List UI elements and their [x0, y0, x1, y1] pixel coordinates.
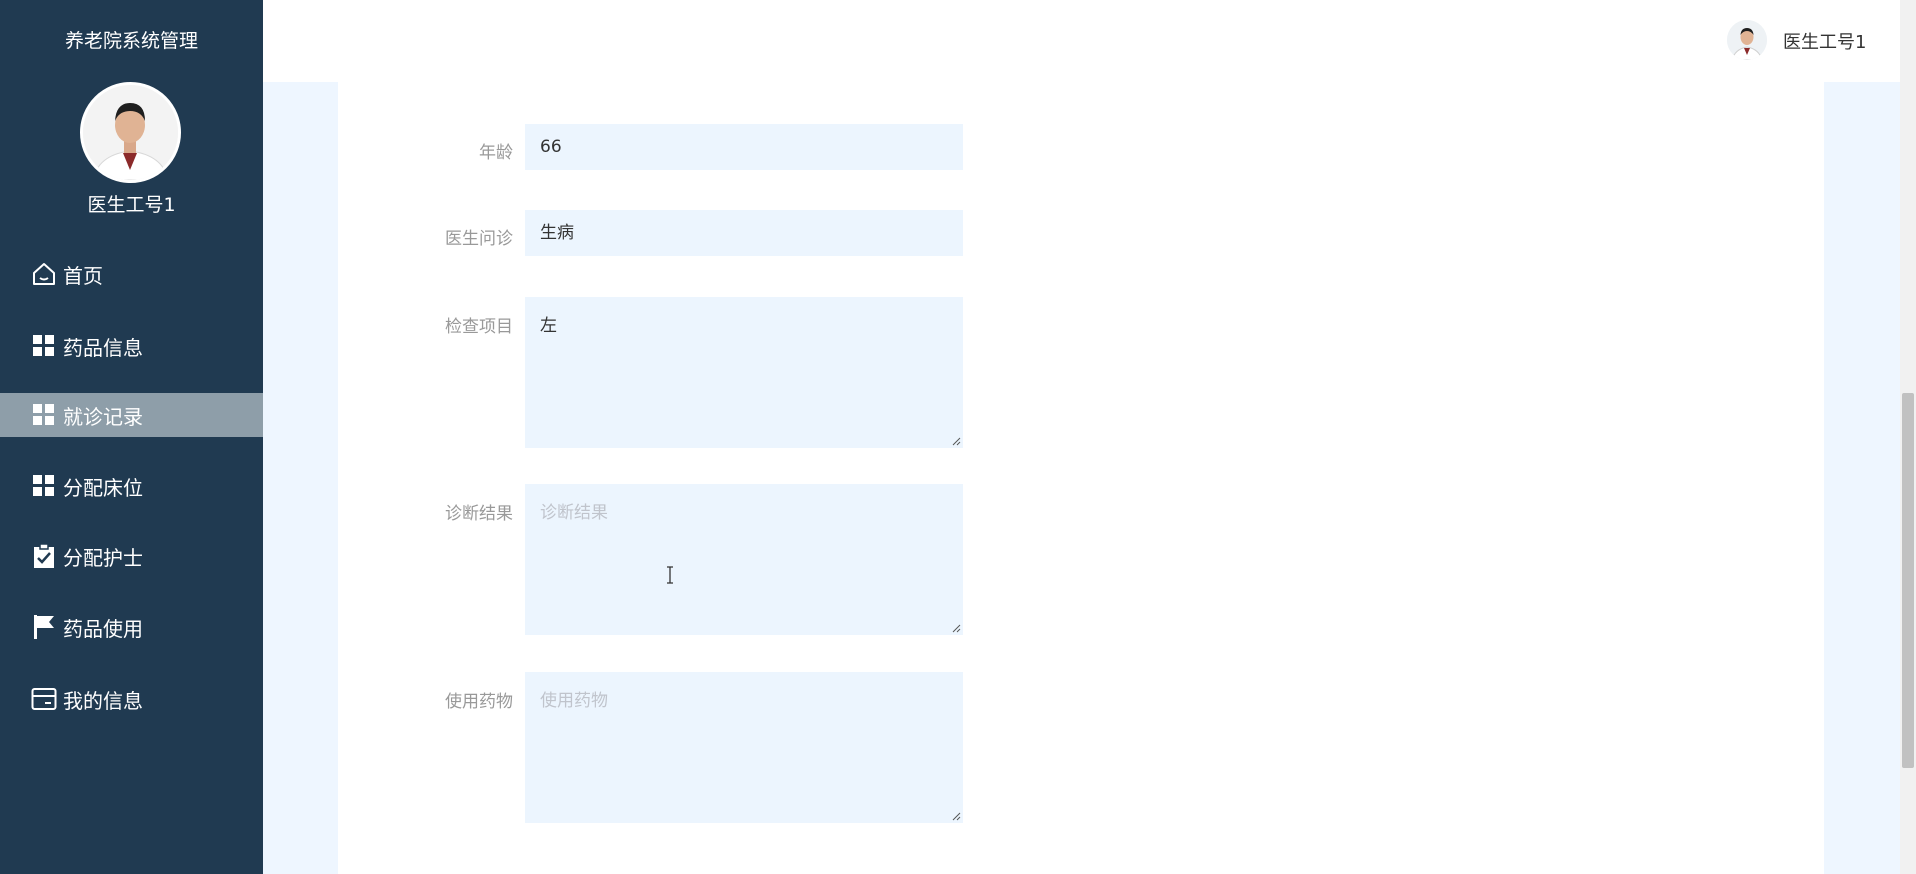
inquiry-label: 医生问诊	[445, 229, 513, 249]
sidebar-avatar	[80, 82, 181, 183]
sidebar-item-label: 分配护士	[63, 545, 143, 570]
exam-value: 左	[540, 316, 557, 336]
diagnosis-placeholder: 诊断结果	[540, 503, 608, 523]
clipboard-check-icon	[30, 542, 58, 570]
card-icon	[30, 685, 58, 713]
sidebar-item-assign-nurse[interactable]: 分配护士	[0, 534, 263, 578]
diagnosis-textarea[interactable]: 诊断结果	[525, 484, 963, 635]
sidebar-item-my-info[interactable]: 我的信息	[0, 677, 263, 721]
exam-textarea[interactable]: 左	[525, 297, 963, 448]
sidebar-user-name: 医生工号1	[87, 194, 176, 216]
home-icon	[30, 260, 58, 288]
grid-icon	[30, 332, 58, 360]
sidebar-item-visit-records[interactable]: 就诊记录	[0, 393, 263, 437]
text-cursor-icon	[667, 566, 673, 584]
age-input[interactable]: 66	[525, 124, 963, 170]
inquiry-input[interactable]: 生病	[525, 210, 963, 256]
sidebar-item-drug-usage[interactable]: 药品使用	[0, 605, 263, 649]
flag-icon	[30, 613, 58, 641]
topbar-user-name[interactable]: 医生工号1	[1783, 28, 1866, 54]
age-value: 66	[540, 137, 562, 157]
scrollbar-thumb[interactable]	[1902, 393, 1914, 768]
visit-record-form-card: 年龄 66 医生问诊 生病 检查项目 左 诊断结果 诊断结果 使用药物 使用药物	[338, 82, 1824, 874]
medication-label: 使用药物	[445, 692, 513, 712]
sidebar: 养老院系统管理 医生工号1 首页 药品信息 就诊记录 分配床位 分配护士 药品使…	[0, 0, 263, 874]
sidebar-item-assign-bed[interactable]: 分配床位	[0, 464, 263, 508]
sidebar-item-label: 我的信息	[63, 688, 143, 713]
resize-handle-icon[interactable]	[951, 811, 961, 821]
topbar-avatar[interactable]	[1727, 20, 1767, 60]
sidebar-item-label: 就诊记录	[63, 404, 143, 429]
inquiry-value: 生病	[540, 223, 574, 243]
resize-handle-icon[interactable]	[951, 623, 961, 633]
grid-icon	[30, 472, 58, 500]
diagnosis-label: 诊断结果	[445, 504, 513, 524]
grid-icon	[30, 401, 58, 429]
exam-label: 检查项目	[445, 317, 513, 337]
sidebar-item-label: 分配床位	[63, 475, 143, 500]
resize-handle-icon[interactable]	[951, 436, 961, 446]
sidebar-item-label: 药品使用	[63, 616, 143, 641]
sidebar-item-home[interactable]: 首页	[0, 252, 263, 296]
system-title: 养老院系统管理	[64, 30, 198, 52]
age-label: 年龄	[479, 143, 513, 163]
top-bar: 医生工号1	[263, 0, 1900, 82]
sidebar-item-label: 首页	[63, 263, 103, 288]
sidebar-item-label: 药品信息	[63, 335, 143, 360]
sidebar-item-drug-info[interactable]: 药品信息	[0, 324, 263, 368]
medication-placeholder: 使用药物	[540, 691, 608, 711]
medication-textarea[interactable]: 使用药物	[525, 672, 963, 823]
page-scrollbar[interactable]	[1900, 0, 1916, 874]
